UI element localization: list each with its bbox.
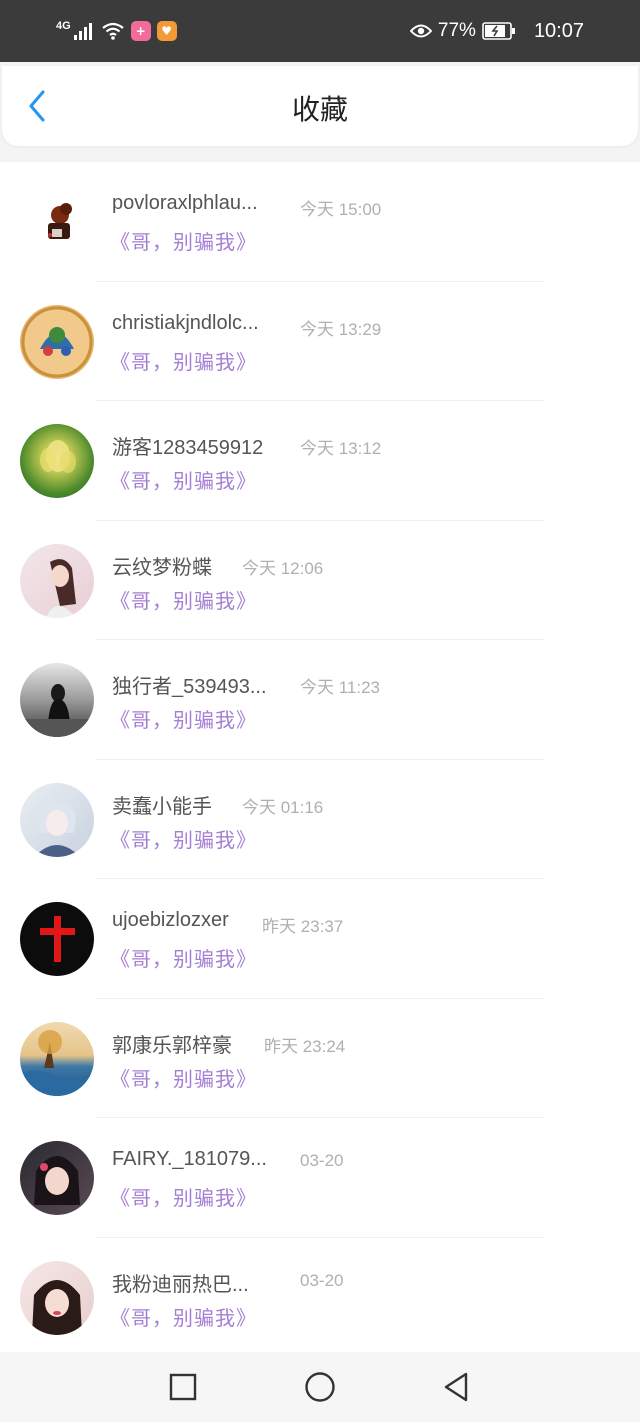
list-item[interactable]: povloraxlphlau... 今天 15:00 《哥，别骗我》 bbox=[0, 162, 640, 282]
avatar[interactable] bbox=[20, 185, 94, 259]
username: povloraxlphlau... bbox=[112, 192, 258, 214]
status-icons-right: 77% 10:07 bbox=[409, 18, 584, 44]
book-title-link[interactable]: 《哥，别骗我》 bbox=[110, 226, 257, 255]
home-button[interactable] bbox=[300, 1367, 340, 1407]
username: 我粉迪丽热巴... bbox=[112, 1273, 249, 1296]
health-app-icon: ♥ bbox=[156, 21, 177, 41]
timestamp: 03-20 bbox=[300, 1270, 344, 1290]
book-title-link[interactable]: 《哥，别骗我》 bbox=[110, 1182, 257, 1211]
timestamp: 今天 13:29 bbox=[300, 319, 382, 339]
battery-percent: 77% bbox=[437, 20, 476, 41]
eye-icon bbox=[409, 24, 432, 38]
list-item[interactable]: FAIRY._181079... 03-20 《哥，别骗我》 bbox=[0, 1118, 640, 1238]
avatar[interactable] bbox=[20, 304, 94, 379]
network-label: 4G bbox=[56, 20, 71, 32]
signal-icon bbox=[73, 23, 92, 40]
book-title-link[interactable]: 《哥，别骗我》 bbox=[110, 1063, 257, 1092]
username: 卖蠢小能手 bbox=[112, 795, 212, 818]
app-notification-icon: + bbox=[130, 21, 151, 41]
timestamp: 03-20 bbox=[300, 1151, 344, 1170]
list-item[interactable]: 我粉迪丽热巴... 03-20 《哥，别骗我》 bbox=[0, 1238, 640, 1358]
list-item[interactable]: 游客1283459912 今天 13:12 《哥，别骗我》 bbox=[0, 401, 640, 521]
avatar[interactable] bbox=[20, 1260, 94, 1335]
header-card: 收藏 bbox=[2, 66, 638, 146]
header: 收藏 bbox=[0, 62, 640, 162]
battery-icon bbox=[482, 22, 515, 40]
timestamp: 今天 11:23 bbox=[300, 678, 381, 697]
list-item[interactable]: 云纹梦粉蝶 今天 12:06 《哥，别骗我》 bbox=[0, 521, 640, 640]
list-item[interactable]: 独行者_539493... 今天 11:23 《哥，别骗我》 bbox=[0, 640, 640, 760]
triangle-back-icon bbox=[444, 1372, 468, 1402]
book-title-link[interactable]: 《哥，别骗我》 bbox=[110, 346, 257, 375]
avatar[interactable] bbox=[20, 1141, 94, 1215]
username: 独行者_539493... bbox=[112, 676, 267, 698]
book-title-link[interactable]: 《哥，别骗我》 bbox=[110, 824, 257, 853]
wifi-icon bbox=[102, 22, 124, 40]
list-item[interactable]: 卖蠢小能手 今天 01:16 《哥，别骗我》 bbox=[0, 760, 640, 879]
status-bar: 4G + ♥ 77% 10:07 bbox=[0, 0, 640, 62]
book-title-link[interactable]: 《哥，别骗我》 bbox=[110, 943, 257, 972]
username: christiakjndlolc... bbox=[112, 311, 259, 334]
username: 游客1283459912 bbox=[112, 437, 264, 459]
book-title-link[interactable]: 《哥，别骗我》 bbox=[110, 704, 257, 733]
username: ujoebizlozxer bbox=[112, 909, 229, 931]
username: 云纹梦粉蝶 bbox=[112, 556, 212, 579]
list-item[interactable]: christiakjndlolc... 今天 13:29 《哥，别骗我》 bbox=[0, 282, 640, 401]
avatar[interactable] bbox=[20, 902, 94, 976]
square-icon bbox=[169, 1373, 197, 1401]
book-title-link[interactable]: 《哥，别骗我》 bbox=[110, 465, 257, 494]
timestamp: 昨天 23:24 bbox=[264, 1036, 346, 1056]
avatar[interactable] bbox=[20, 782, 94, 857]
page-title: 收藏 bbox=[291, 93, 348, 126]
username: FAIRY._181079... bbox=[112, 1148, 267, 1170]
nav-back-button[interactable] bbox=[436, 1367, 476, 1407]
timestamp: 今天 15:00 bbox=[300, 200, 382, 219]
timestamp: 今天 13:12 bbox=[300, 439, 382, 458]
timestamp: 昨天 23:37 bbox=[262, 917, 344, 936]
status-icons-left: 4G + ♥ bbox=[56, 18, 177, 44]
username: 郭康乐郭梓豪 bbox=[112, 1034, 232, 1057]
timestamp: 今天 01:16 bbox=[242, 797, 324, 817]
system-nav-bar bbox=[0, 1352, 640, 1422]
list-item[interactable]: 郭康乐郭梓豪 昨天 23:24 《哥，别骗我》 bbox=[0, 999, 640, 1118]
favorites-list: povloraxlphlau... 今天 15:00 《哥，别骗我》 chris… bbox=[0, 162, 640, 1357]
avatar[interactable] bbox=[20, 663, 94, 737]
book-title-link[interactable]: 《哥，别骗我》 bbox=[110, 585, 257, 614]
avatar[interactable] bbox=[20, 543, 94, 618]
avatar[interactable] bbox=[20, 424, 94, 498]
list-item[interactable]: ujoebizlozxer 昨天 23:37 《哥，别骗我》 bbox=[0, 879, 640, 999]
recent-apps-button[interactable] bbox=[163, 1367, 203, 1407]
book-title-link[interactable]: 《哥，别骗我》 bbox=[110, 1302, 257, 1331]
clock: 10:07 bbox=[533, 19, 584, 42]
avatar[interactable] bbox=[20, 1021, 94, 1096]
timestamp: 今天 12:06 bbox=[242, 558, 324, 578]
circle-icon bbox=[305, 1372, 335, 1402]
